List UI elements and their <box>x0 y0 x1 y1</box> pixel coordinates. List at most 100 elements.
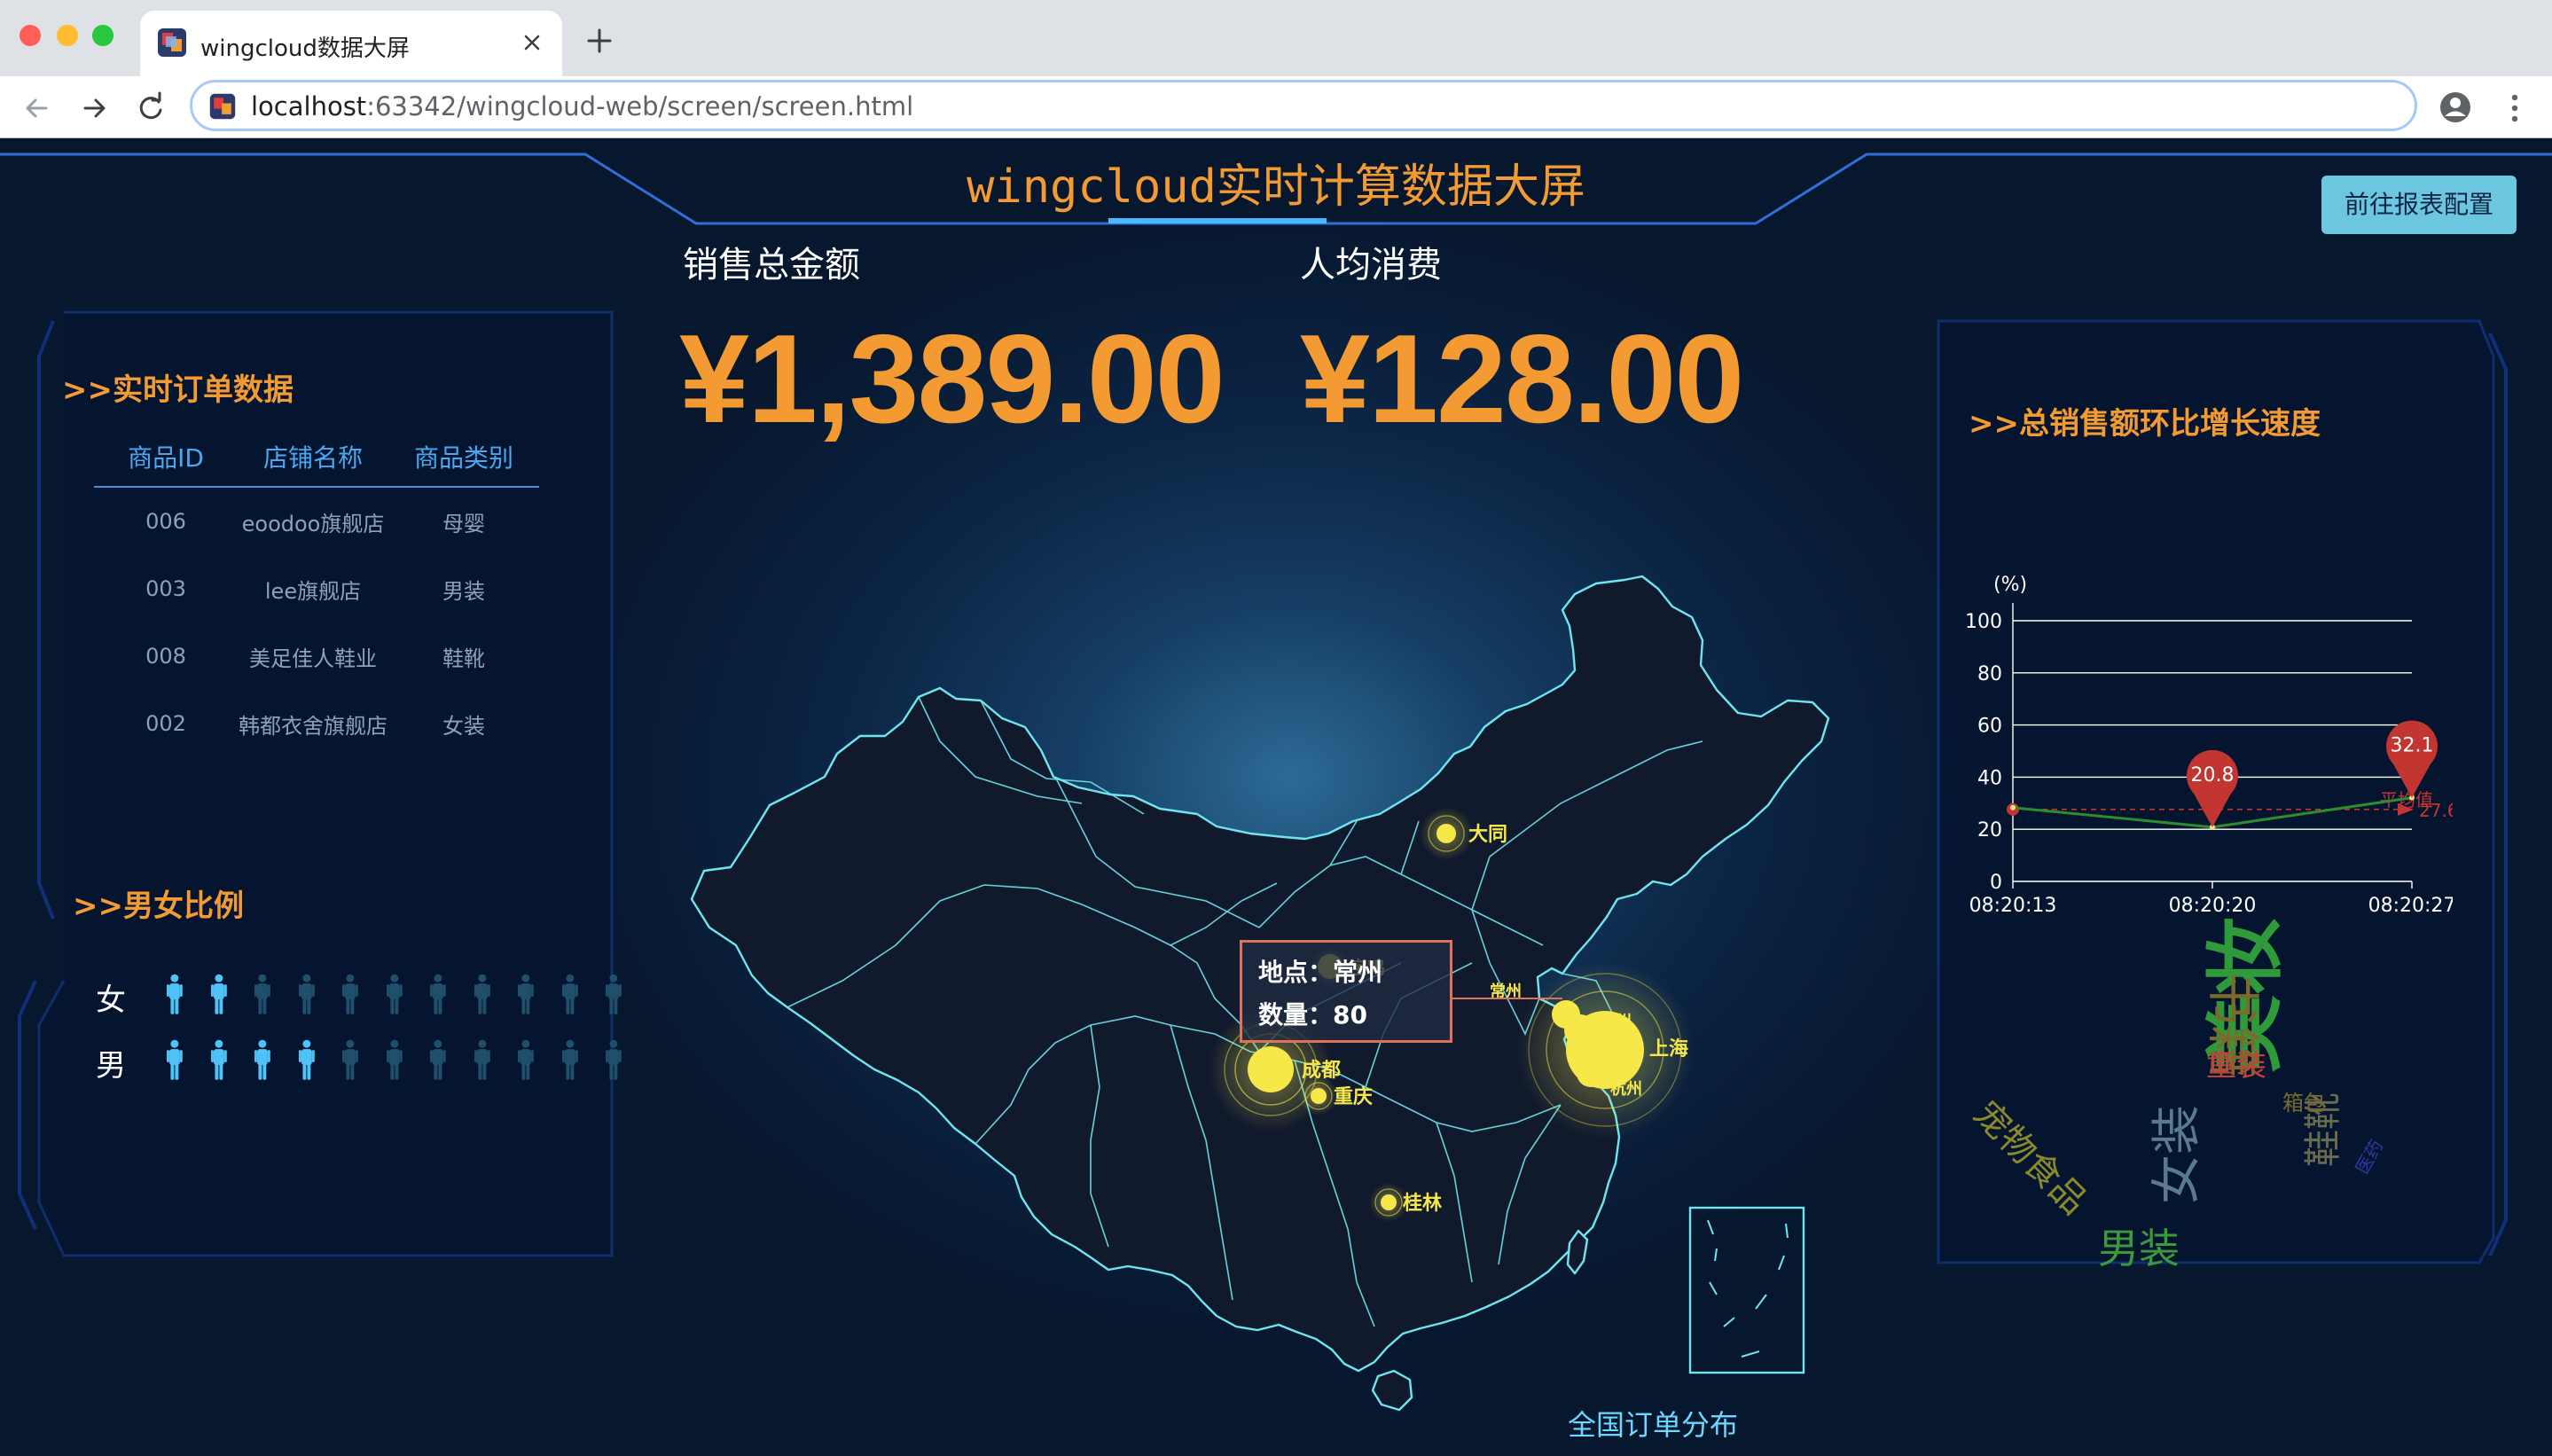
total-sales-label: 销售总金额 <box>683 245 860 286</box>
window-zoom-dot[interactable] <box>92 25 114 46</box>
male-person-icon <box>517 1039 534 1080</box>
table-row: 006 eoodoo旗舰店 母婴 <box>94 488 539 555</box>
address-bar[interactable]: localhost:63342/wingcloud-web/screen/scr… <box>190 80 2417 131</box>
male-person-icon <box>298 1039 315 1080</box>
table-row: 008 美足佳人鞋业 鞋靴 <box>94 622 539 690</box>
female-person-icon <box>341 974 358 1014</box>
cell-shop-name: eoodoo旗舰店 <box>241 511 385 536</box>
cell-shop-name: 美足佳人鞋业 <box>249 646 377 671</box>
screen-title: wingcloud实时计算数据大屏 <box>967 160 1585 214</box>
browser-tab-bar: wingcloud数据大屏 <box>0 0 2552 76</box>
tab-close-icon[interactable] <box>516 27 548 59</box>
map-caption: 全国订单分布 <box>1568 1408 1739 1442</box>
app-favicon-icon <box>158 28 186 57</box>
table-row: 002 韩都衣舍旗舰店 女装 <box>94 690 539 757</box>
markpoint-pin[interactable]: 20.8 <box>2187 749 2238 827</box>
y-axis-unit: (%) <box>1993 574 2027 596</box>
city-label: 上海 <box>1649 1037 1688 1061</box>
report-config-button[interactable]: 前往报表配置 <box>2321 176 2517 234</box>
male-label: 男 <box>96 1048 126 1084</box>
markpoint-value: 20.8 <box>2191 764 2235 787</box>
female-person-icon <box>429 974 446 1014</box>
y-tick-label: 20 <box>1977 819 2002 842</box>
reload-icon[interactable] <box>131 89 170 128</box>
cell-category: 母婴 <box>442 511 485 536</box>
male-person-icon <box>341 1039 358 1080</box>
browser-menu-icon[interactable] <box>2497 89 2532 128</box>
avg-spend-label: 人均消费 <box>1300 245 1442 286</box>
browser-toolbar: localhost:63342/wingcloud-web/screen/scr… <box>0 76 2552 138</box>
word-cloud-word: 箱包 <box>2282 1091 2325 1115</box>
cell-product-id: 006 <box>145 509 186 534</box>
word-cloud-word: 男装 <box>2098 1225 2180 1272</box>
column-header-product-id: 商品ID <box>128 443 204 473</box>
back-arrow-icon[interactable] <box>18 89 57 128</box>
tab-title: wingcloud数据大屏 <box>200 35 410 62</box>
tooltip-place-row: 地点：常州 <box>1258 958 1383 987</box>
orders-table: 商品ID 店铺名称 商品类别 006 eoodoo旗舰店 母婴 003 lee旗… <box>94 438 539 757</box>
cell-product-id: 008 <box>145 644 186 669</box>
male-person-icon <box>210 1039 227 1080</box>
markpoint-pin[interactable]: 32.1 <box>2386 720 2438 798</box>
cell-category: 女装 <box>442 713 485 739</box>
cell-category: 男装 <box>442 578 485 604</box>
growth-line-chart: (%) 02040608010008:20:13 08:20:20 08:20:27… <box>1965 574 2453 917</box>
dashboard-screen: wingcloud实时计算数据大屏 前往报表配置 销售总金额 ¥1,389.00… <box>0 138 2552 1456</box>
url-text: localhost:63342/wingcloud-web/screen/scr… <box>251 91 914 121</box>
male-icon-row <box>165 1039 648 1082</box>
city-label: 桂林 <box>1403 1192 1442 1215</box>
female-person-icon <box>561 974 578 1014</box>
female-person-icon <box>517 974 534 1014</box>
cell-product-id: 002 <box>145 711 186 736</box>
orders-panel-title: >>实时订单数据 <box>62 372 294 408</box>
city-label: 大同 <box>1468 824 1507 846</box>
orders-table-header: 商品ID 店铺名称 商品类别 <box>94 438 539 488</box>
cell-shop-name: lee旗舰店 <box>264 578 362 604</box>
new-tab-plus-icon[interactable] <box>582 23 617 59</box>
window-minimize-dot[interactable] <box>57 25 78 46</box>
y-tick-label: 40 <box>1977 767 2002 789</box>
cell-product-id: 003 <box>145 576 186 601</box>
column-header-category: 商品类别 <box>413 443 513 473</box>
cell-category: 鞋靴 <box>442 646 485 671</box>
column-header-shop-name: 店铺名称 <box>262 443 363 473</box>
city-marker-shanghai[interactable]: 上海 <box>1516 961 1694 1139</box>
south-china-sea-inset <box>1688 1206 1805 1374</box>
city-label: 重庆 <box>1334 1085 1373 1108</box>
word-cloud-word: 医药 <box>2351 1136 2388 1178</box>
male-person-icon <box>386 1039 403 1080</box>
female-person-icon <box>386 974 403 1014</box>
male-person-icon <box>429 1039 446 1080</box>
total-sales-value: ¥1,389.00 <box>679 309 1225 450</box>
word-cloud-word: 童装 <box>2206 1048 2266 1084</box>
avg-spend-value: ¥128.00 <box>1300 309 1744 450</box>
profile-avatar-icon[interactable] <box>2435 87 2476 128</box>
male-person-icon <box>254 1039 270 1080</box>
female-label: 女 <box>96 982 126 1018</box>
male-person-icon <box>561 1039 578 1080</box>
y-tick-label: 80 <box>1977 663 2002 685</box>
browser-tab[interactable]: wingcloud数据大屏 <box>140 11 562 76</box>
y-tick-label: 60 <box>1977 716 2002 738</box>
female-person-icon <box>166 974 183 1014</box>
site-favicon-icon <box>209 93 236 120</box>
category-word-cloud: 美妆 书籍 女装 男装 宠物食品 童装 鞋靴 箱包 医药 <box>1965 883 2403 1273</box>
female-person-icon <box>605 974 622 1014</box>
data-point[interactable] <box>2010 804 2016 810</box>
male-person-icon <box>474 1039 490 1080</box>
table-row: 003 lee旗舰店 男装 <box>94 555 539 622</box>
map-tooltip: 地点：常州 数量：80 <box>1240 940 1452 1043</box>
y-tick-label: 100 <box>1965 611 2002 633</box>
city-label: 杭州 <box>1610 1079 1642 1099</box>
word-cloud-word: 女装 <box>2149 1105 2206 1204</box>
gender-panel-title: >>男女比例 <box>73 888 244 924</box>
female-person-icon <box>474 974 490 1014</box>
window-close-dot[interactable] <box>20 25 41 46</box>
cell-shop-name: 韩都衣舍旗舰店 <box>239 713 387 739</box>
female-icon-row <box>165 974 648 1016</box>
forward-arrow-icon[interactable] <box>74 89 114 128</box>
female-person-icon <box>298 974 315 1014</box>
female-person-icon <box>254 974 270 1014</box>
male-person-icon <box>605 1039 622 1080</box>
female-person-icon <box>210 974 227 1014</box>
